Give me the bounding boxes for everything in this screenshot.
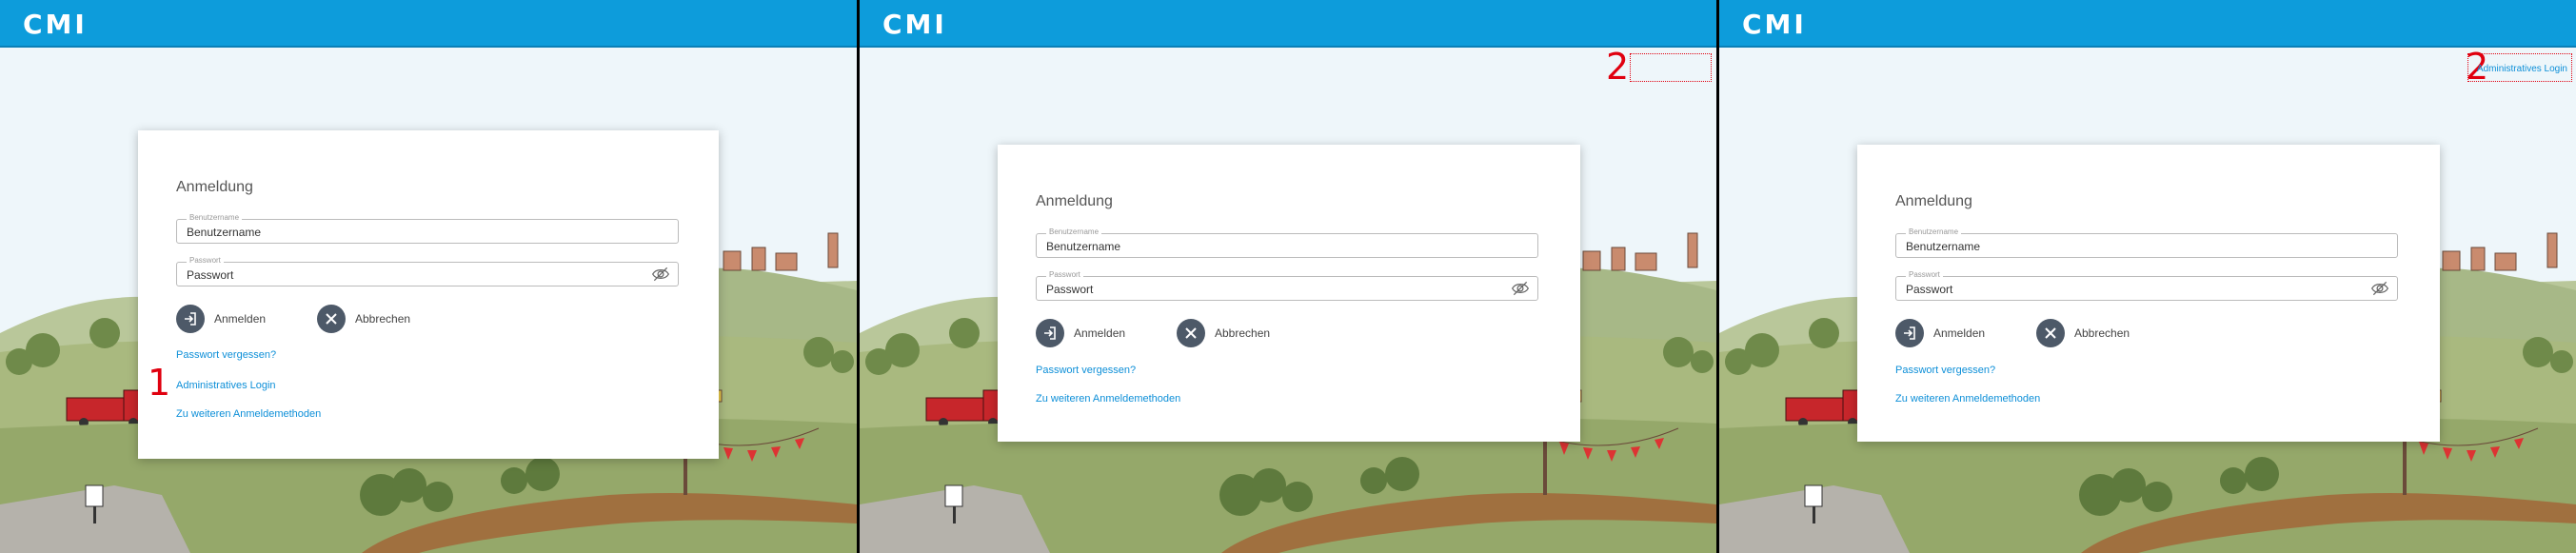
more-login-methods-link[interactable]: Zu weiteren Anmeldemethoden	[1036, 393, 1180, 405]
login-card: Anmeldung Benutzername Benutzername Pass…	[138, 130, 719, 459]
login-button-label: Anmelden	[1074, 326, 1126, 340]
login-button[interactable]: Anmelden	[1895, 318, 1985, 348]
username-value: Benutzername	[1046, 240, 1121, 253]
step-marker-2: 2	[1606, 46, 1630, 88]
more-login-methods-link[interactable]: Zu weiteren Anmeldemethoden	[1895, 393, 2040, 405]
admin-login-link[interactable]: Administratives Login	[176, 380, 276, 391]
password-field[interactable]: Passwort Passwort	[176, 256, 679, 286]
close-icon	[317, 305, 346, 333]
forgot-password-link[interactable]: Passwort vergessen?	[1895, 365, 1995, 376]
cmi-logo: CMI	[1742, 9, 1807, 40]
screen-step-1: CMI Anmeldung Benutzername Benutzername …	[0, 0, 857, 553]
login-button[interactable]: Anmelden	[1036, 318, 1125, 348]
eye-slash-icon[interactable]	[651, 266, 670, 283]
top-admin-login-link[interactable]: Administratives Login	[2477, 64, 2567, 74]
password-label: Passwort	[1046, 270, 1083, 279]
password-field[interactable]: Passwort Passwort	[1036, 270, 1538, 301]
hidden-admin-login-area[interactable]	[1630, 53, 1712, 82]
more-login-methods-link[interactable]: Zu weiteren Anmeldemethoden	[176, 408, 321, 420]
eye-slash-icon[interactable]	[2370, 280, 2389, 297]
username-value: Benutzername	[1906, 240, 1981, 253]
username-value: Benutzername	[187, 226, 262, 239]
step-marker-1: 1	[148, 362, 171, 404]
close-icon	[2036, 319, 2065, 347]
login-title: Anmeldung	[1895, 193, 1972, 209]
close-icon	[1177, 319, 1205, 347]
forgot-password-link[interactable]: Passwort vergessen?	[1036, 365, 1136, 376]
username-label: Benutzername	[1046, 227, 1102, 236]
app-header: CMI	[0, 0, 857, 48]
login-arrow-icon	[1036, 319, 1064, 347]
login-title: Anmeldung	[176, 179, 253, 195]
login-button[interactable]: Anmelden	[176, 304, 266, 334]
eye-slash-icon[interactable]	[1511, 280, 1530, 297]
password-label: Passwort	[1906, 270, 1943, 279]
login-arrow-icon	[176, 305, 205, 333]
admin-login-area: Administratives Login	[2467, 53, 2572, 82]
password-value: Passwort	[187, 268, 234, 282]
username-label: Benutzername	[187, 213, 243, 222]
username-field[interactable]: Benutzername Benutzername	[1036, 227, 1538, 258]
password-value: Passwort	[1046, 283, 1094, 296]
login-button-label: Anmelden	[214, 312, 267, 326]
login-title: Anmeldung	[1036, 193, 1113, 209]
login-button-label: Anmelden	[1933, 326, 1986, 340]
cmi-logo: CMI	[882, 9, 947, 40]
app-header: CMI	[1719, 0, 2576, 48]
username-field[interactable]: Benutzername Benutzername	[176, 213, 679, 244]
cmi-logo: CMI	[23, 9, 88, 40]
cancel-button[interactable]: Abbrechen	[1177, 318, 1270, 348]
username-field[interactable]: Benutzername Benutzername	[1895, 227, 2398, 258]
app-header: CMI	[860, 0, 1716, 48]
login-card: Anmeldung Benutzername Benutzername Pass…	[998, 145, 1580, 442]
password-field[interactable]: Passwort Passwort	[1895, 270, 2398, 301]
login-card: Anmeldung Benutzername Benutzername Pass…	[1857, 145, 2440, 442]
screen-step-3: CMI 2 Administratives Login Anmeldung Be…	[1719, 0, 2576, 553]
password-value: Passwort	[1906, 283, 1953, 296]
cancel-button[interactable]: Abbrechen	[317, 304, 410, 334]
cancel-button[interactable]: Abbrechen	[2036, 318, 2130, 348]
screen-step-2: CMI 2 Anmeldung Benutzername Benutzernam…	[860, 0, 1716, 553]
cancel-button-label: Abbrechen	[2074, 326, 2130, 340]
username-label: Benutzername	[1906, 227, 1962, 236]
forgot-password-link[interactable]: Passwort vergessen?	[176, 349, 276, 361]
cancel-button-label: Abbrechen	[1215, 326, 1271, 340]
cancel-button-label: Abbrechen	[355, 312, 411, 326]
password-label: Passwort	[187, 256, 224, 265]
login-arrow-icon	[1895, 319, 1924, 347]
